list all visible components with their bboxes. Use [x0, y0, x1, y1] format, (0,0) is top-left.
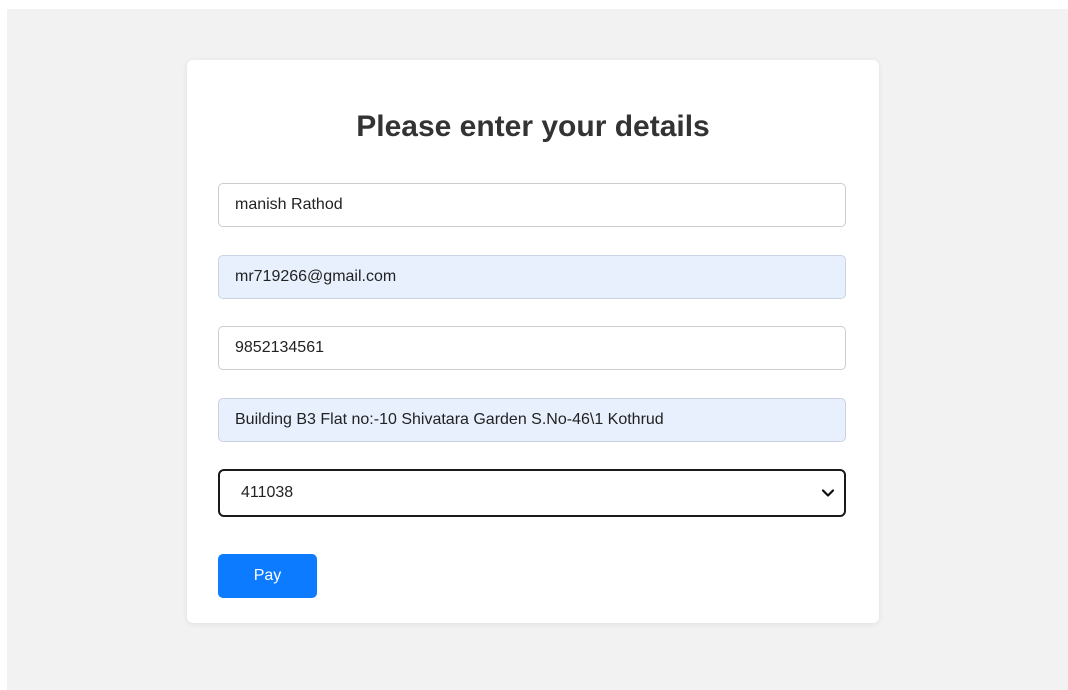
details-form-card: Please enter your details 411038 Pay — [187, 60, 879, 623]
phone-field[interactable] — [218, 326, 846, 370]
pincode-select[interactable]: 411038 — [218, 469, 846, 517]
name-field[interactable] — [218, 183, 846, 227]
email-field[interactable] — [218, 255, 846, 299]
form-title: Please enter your details — [356, 110, 710, 143]
pincode-selected-value: 411038 — [241, 484, 294, 501]
chevron-down-icon — [821, 489, 835, 497]
pay-button[interactable]: Pay — [218, 554, 317, 598]
page-background: Please enter your details 411038 Pay — [7, 9, 1068, 690]
address-field[interactable] — [218, 398, 846, 442]
